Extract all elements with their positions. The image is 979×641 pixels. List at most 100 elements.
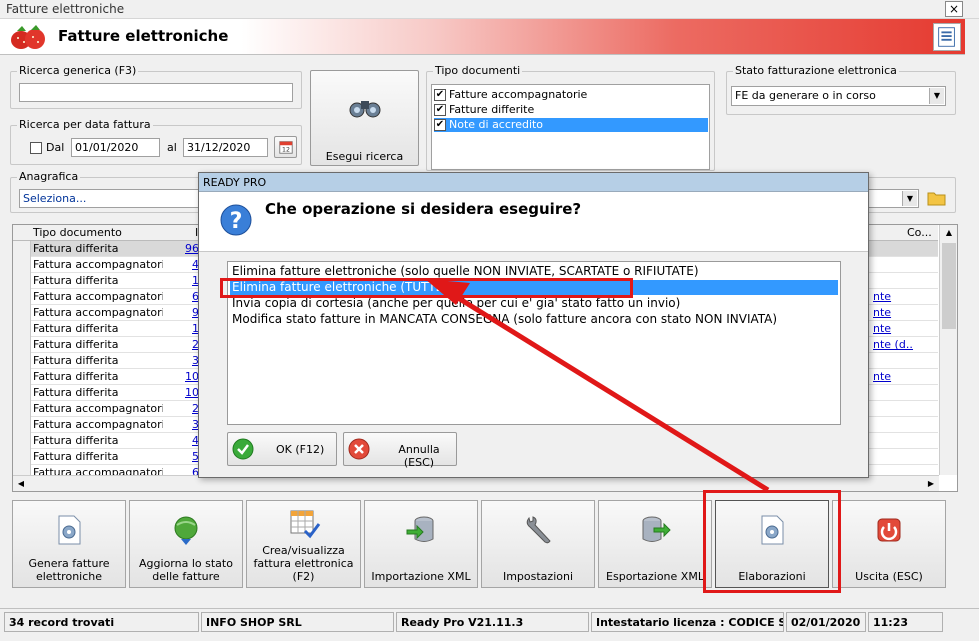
cell-co[interactable] xyxy=(873,386,913,400)
cell-co[interactable]: nte xyxy=(873,290,913,304)
uscita-button[interactable]: Uscita (ESC) xyxy=(832,500,946,588)
window-titlebar: Fatture elettroniche × xyxy=(0,0,979,19)
cell-co[interactable] xyxy=(873,418,913,432)
row-selector[interactable] xyxy=(13,353,31,369)
cell-co[interactable]: nte xyxy=(873,370,913,384)
calendar-button[interactable]: 12 xyxy=(274,136,297,158)
cell-co[interactable]: nte xyxy=(873,306,913,320)
stato-select[interactable]: FE da generare o in corso ▼ xyxy=(731,86,946,106)
cell-co[interactable] xyxy=(873,450,913,464)
cell-co[interactable] xyxy=(873,434,913,448)
doc-type-label: Note di accredito xyxy=(449,118,544,131)
ok-button[interactable]: OK (F12) xyxy=(227,432,337,466)
doc-type-checkbox[interactable]: ✔ xyxy=(434,104,446,116)
row-selector[interactable] xyxy=(13,401,31,417)
search-button[interactable]: Esegui ricerca xyxy=(310,70,419,166)
scroll-up-icon[interactable]: ▲ xyxy=(940,225,957,241)
cell-numero[interactable]: 3 xyxy=(165,354,199,368)
generic-search-input[interactable] xyxy=(19,83,293,102)
crea-button[interactable]: Crea/visualizza fattura elettronica (F2) xyxy=(246,500,361,588)
list-icon[interactable] xyxy=(933,23,961,51)
cell-numero[interactable]: 2 xyxy=(165,402,199,416)
row-selector[interactable] xyxy=(13,385,31,401)
cell-numero[interactable]: 9 xyxy=(165,306,199,320)
cell-co[interactable]: nte xyxy=(873,322,913,336)
dal-checkbox[interactable] xyxy=(30,142,42,154)
table-check-icon xyxy=(290,510,320,539)
row-selector[interactable] xyxy=(13,449,31,465)
cell-tipo: Fattura accompagnatoria xyxy=(33,258,163,271)
cell-numero[interactable]: 10 xyxy=(165,386,199,400)
cell-numero[interactable]: 4 xyxy=(165,434,199,448)
row-selector[interactable] xyxy=(13,321,31,337)
cell-numero[interactable]: 4 xyxy=(165,258,199,272)
doc-type-item-selected[interactable]: ✔ Note di accredito xyxy=(434,118,708,132)
genera-button[interactable]: Genera fatture elettroniche xyxy=(12,500,126,588)
from-date-input[interactable]: 01/01/2020 xyxy=(71,138,160,157)
cell-numero[interactable]: 6 xyxy=(165,290,199,304)
row-selector[interactable] xyxy=(13,289,31,305)
cell-co[interactable] xyxy=(873,274,913,288)
row-selector[interactable] xyxy=(13,305,31,321)
cell-co[interactable]: nte (d... xyxy=(873,338,913,352)
chevron-down-icon[interactable]: ▼ xyxy=(902,191,917,206)
cancel-button[interactable]: Annulla (ESC) xyxy=(343,432,457,469)
esportazione-button[interactable]: Esportazione XML xyxy=(598,500,712,588)
doc-types-list[interactable]: ✔ Fatture accompagnatorie ✔ Fatture diff… xyxy=(431,84,710,170)
crea-label: Crea/visualizza fattura elettronica (F2) xyxy=(253,544,354,583)
gear-document-icon xyxy=(58,515,81,545)
impostazioni-button[interactable]: Impostazioni xyxy=(481,500,595,588)
cell-co[interactable] xyxy=(873,258,913,272)
cell-numero[interactable]: 1 xyxy=(165,322,199,336)
aggiorna-button[interactable]: Aggiorna lo stato delle fatture xyxy=(129,500,243,588)
cell-co[interactable] xyxy=(873,354,913,368)
cell-tipo: Fattura differita xyxy=(33,242,119,255)
row-selector[interactable] xyxy=(13,369,31,385)
vertical-scrollbar[interactable]: ▲ xyxy=(939,225,957,475)
row-selector[interactable] xyxy=(13,273,31,289)
cell-co[interactable] xyxy=(873,242,913,256)
doc-type-label: Fatture differite xyxy=(449,103,535,116)
column-header-tipo[interactable]: Tipo documento xyxy=(33,226,122,239)
importazione-button[interactable]: Importazione XML xyxy=(364,500,478,588)
operation-option[interactable]: Elimina fatture elettroniche (solo quell… xyxy=(230,264,838,279)
globe-refresh-icon xyxy=(174,516,198,545)
to-date-input[interactable]: 31/12/2020 xyxy=(183,138,268,157)
row-selector[interactable] xyxy=(13,257,31,273)
scroll-right-icon[interactable]: ▶ xyxy=(923,476,939,491)
folder-button[interactable] xyxy=(926,188,948,208)
row-selector[interactable] xyxy=(13,241,31,257)
cell-tipo: Fattura differita xyxy=(33,338,119,351)
cell-tipo: Fattura accompagnatoria xyxy=(33,418,163,431)
dialog-title: READY PRO xyxy=(203,176,267,189)
doc-type-checkbox[interactable]: ✔ xyxy=(434,89,446,101)
row-selector[interactable] xyxy=(13,433,31,449)
cell-numero[interactable]: 10 xyxy=(165,370,199,384)
scroll-left-icon[interactable]: ◀ xyxy=(13,476,29,491)
doc-type-item[interactable]: ✔ Fatture differite xyxy=(434,103,708,117)
cell-numero[interactable]: 1 xyxy=(165,274,199,288)
scrollbar-thumb[interactable] xyxy=(942,243,956,329)
anagrafica-label: Anagrafica xyxy=(17,170,81,183)
operation-option[interactable]: Modifica stato fatture in MANCATA CONSEG… xyxy=(230,312,838,327)
doc-type-checkbox[interactable]: ✔ xyxy=(434,119,446,131)
cell-tipo: Fattura accompagnatoria xyxy=(33,290,163,303)
column-header-co[interactable]: Co... xyxy=(907,226,932,239)
importazione-label: Importazione XML xyxy=(371,570,471,583)
row-selector[interactable] xyxy=(13,417,31,433)
close-button[interactable]: × xyxy=(945,1,963,17)
power-icon xyxy=(877,518,901,542)
operation-option[interactable]: Invia copia di cortesia (anche per quell… xyxy=(230,296,838,311)
cell-numero[interactable]: 2 xyxy=(165,338,199,352)
cell-tipo: Fattura accompagnatoria xyxy=(33,306,163,319)
cell-numero[interactable]: 96 xyxy=(165,242,199,256)
status-bar: 34 record trovati INFO SHOP SRL Ready Pr… xyxy=(0,608,979,632)
cell-numero[interactable]: 3 xyxy=(165,418,199,432)
doc-type-item[interactable]: ✔ Fatture accompagnatorie xyxy=(434,88,708,102)
dialog-question: Che operazione si desidera eseguire? xyxy=(265,200,582,218)
chevron-down-icon[interactable]: ▼ xyxy=(929,88,944,104)
cell-co[interactable] xyxy=(873,402,913,416)
cell-numero[interactable]: 5 xyxy=(165,450,199,464)
row-selector[interactable] xyxy=(13,337,31,353)
generic-search-label: Ricerca generica (F3) xyxy=(17,64,139,77)
